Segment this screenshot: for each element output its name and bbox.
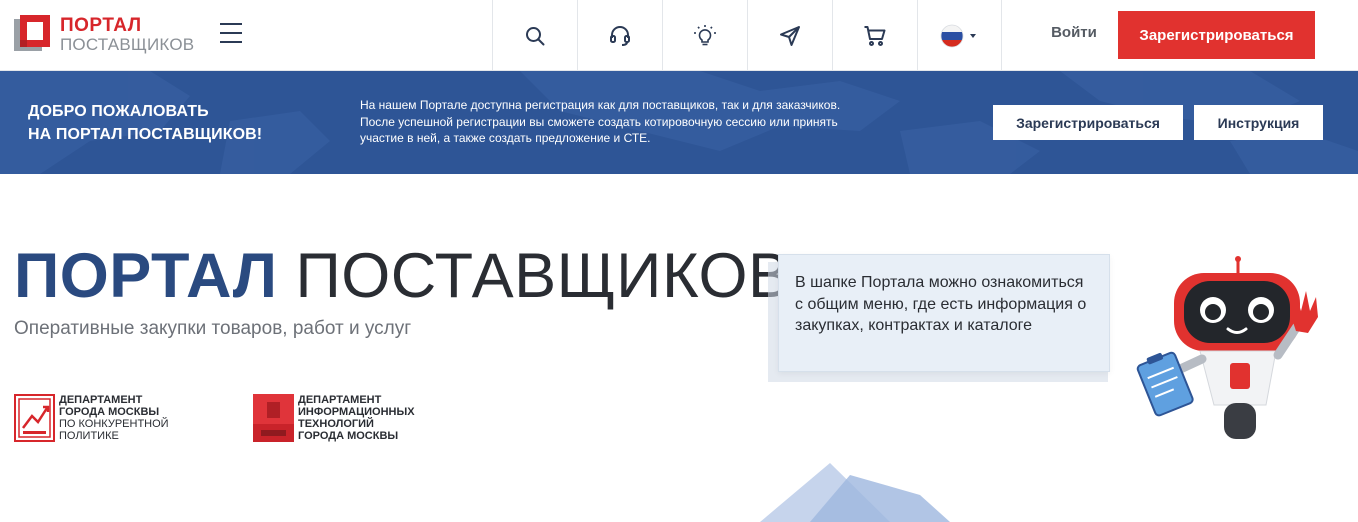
portal-logo[interactable]: ПОРТАЛ ПОСТАВЩИКОВ bbox=[14, 12, 194, 56]
paper-plane-icon bbox=[780, 25, 800, 46]
cart-icon bbox=[864, 25, 886, 46]
page-title-light: ПОСТАВЩИКОВ bbox=[295, 241, 791, 311]
logo-title: ПОРТАЛ bbox=[60, 14, 142, 36]
logo-mark-icon bbox=[14, 15, 50, 53]
logo-subtitle: ПОСТАВЩИКОВ bbox=[60, 34, 195, 54]
banner-description: На нашем Портале доступна регистрация ка… bbox=[360, 97, 900, 147]
support-button[interactable] bbox=[577, 0, 662, 71]
header-toolbar bbox=[492, 0, 1002, 71]
headset-icon bbox=[610, 25, 630, 46]
chevron-down-icon bbox=[969, 33, 976, 38]
ideas-button[interactable] bbox=[662, 0, 747, 71]
page-title: ПОРТАЛ ПОСТАВЩИКОВ bbox=[14, 238, 790, 314]
welcome-heading: ДОБРО ПОЖАЛОВАТЬ НА ПОРТАЛ ПОСТАВЩИКОВ! bbox=[28, 100, 262, 146]
page-title-strong: ПОРТАЛ bbox=[14, 241, 278, 311]
register-button[interactable]: Зарегистрироваться bbox=[1118, 11, 1315, 59]
robot-mascot-icon bbox=[1136, 256, 1318, 439]
send-button[interactable] bbox=[747, 0, 832, 71]
dept1-line-4: политике bbox=[59, 430, 119, 442]
dept2-line-4: города Москвы bbox=[298, 430, 399, 442]
russia-flag-icon bbox=[940, 24, 976, 47]
login-link[interactable]: Войти bbox=[1038, 24, 1110, 46]
hamburger-icon[interactable] bbox=[220, 23, 242, 45]
welcome-line-2: НА ПОРТАЛ ПОСТАВЩИКОВ! bbox=[28, 126, 263, 143]
dept2-line-3: технологий bbox=[298, 418, 374, 430]
decorative-shapes bbox=[760, 463, 950, 522]
dept1-line-3: по конкурентной bbox=[59, 418, 169, 430]
competition-department-emblem-icon bbox=[14, 394, 55, 442]
lightbulb-icon bbox=[694, 24, 716, 45]
page-subtitle: Оперативные закупки товаров, работ и усл… bbox=[14, 318, 412, 339]
dept1-line-2: города Москвы bbox=[59, 406, 160, 418]
dept2-line-1: Департамент bbox=[298, 394, 382, 406]
welcome-line-1: ДОБРО ПОЖАЛОВАТЬ bbox=[28, 103, 209, 120]
dept2-line-2: информационных bbox=[298, 406, 415, 418]
welcome-banner: ДОБРО ПОЖАЛОВАТЬ НА ПОРТАЛ ПОСТАВЩИКОВ! … bbox=[0, 71, 1358, 174]
onboarding-hint: В шапке Портала можно ознакомиться с общ… bbox=[778, 254, 1110, 372]
it-department-emblem-icon bbox=[253, 394, 294, 442]
instruction-button[interactable]: Инструкция bbox=[1194, 105, 1323, 140]
language-selector[interactable] bbox=[917, 0, 1002, 71]
search-icon bbox=[526, 26, 545, 45]
site-header: ПОРТАЛ ПОСТАВЩИКОВ Войти Зарегистрироват… bbox=[0, 0, 1358, 71]
dept1-line-1: Департамент bbox=[59, 394, 143, 406]
department-competition-logo[interactable]: Департамент города Москвы по конкурентно… bbox=[14, 394, 169, 442]
description-line-3: участие в ней, а также создать предложен… bbox=[360, 131, 651, 145]
search-button[interactable] bbox=[492, 0, 577, 71]
description-line-2: После успешной регистрации вы сможете со… bbox=[360, 114, 838, 129]
cart-button[interactable] bbox=[832, 0, 917, 71]
description-line-1: На нашем Портале доступна регистрация ка… bbox=[360, 98, 841, 112]
department-it-logo[interactable]: Департамент информационных технологий го… bbox=[253, 394, 415, 442]
banner-register-button[interactable]: Зарегистрироваться bbox=[993, 105, 1183, 140]
